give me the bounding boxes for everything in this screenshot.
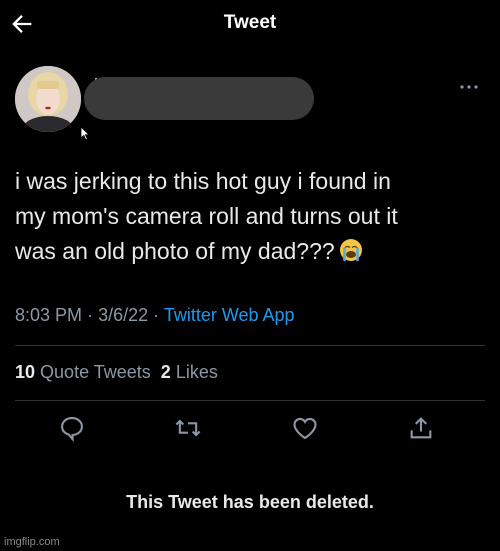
meta-separator: · xyxy=(87,305,94,325)
tweet-date[interactable]: 3/6/22 xyxy=(98,305,148,325)
tweet-source-link[interactable]: Twitter Web App xyxy=(164,305,295,325)
tweet-time[interactable]: 8:03 PM xyxy=(15,305,82,325)
retweet-icon[interactable] xyxy=(174,414,202,442)
more-dots-icon[interactable] xyxy=(458,82,480,92)
tweet-line: my mom's camera roll and turns out it xyxy=(15,203,398,229)
quote-count: 10 xyxy=(15,362,36,382)
header-bar: Tweet xyxy=(0,0,500,48)
meta-separator: · xyxy=(153,305,160,325)
tweet-line: i was jerking to this hot guy i found in xyxy=(15,168,391,194)
quote-label: Quote Tweets xyxy=(40,362,151,382)
tweet-meta: 8:03 PM · 3/6/22 · Twitter Web App xyxy=(15,305,295,326)
share-upload-icon[interactable] xyxy=(407,414,435,442)
divider xyxy=(15,345,485,346)
tweet-stats: 10 Quote Tweets 2 Likes xyxy=(15,362,218,383)
tweet-text: i was jerking to this hot guy i found in… xyxy=(15,164,485,269)
watermark: imgflip.com xyxy=(4,536,60,548)
avatar[interactable] xyxy=(15,66,81,132)
likes-stat[interactable]: 2 Likes xyxy=(161,362,218,382)
tweet-deleted-notice: This Tweet has been deleted. xyxy=(126,492,374,512)
tweet-line-text: was an old photo of my dad??? xyxy=(15,238,335,264)
like-count: 2 xyxy=(160,362,171,382)
heart-icon[interactable] xyxy=(291,414,319,442)
crying-face-emoji-icon xyxy=(339,239,362,262)
like-label: Likes xyxy=(175,362,218,382)
tweet-line-last: was an old photo of my dad??? xyxy=(15,234,485,269)
mouse-cursor-icon xyxy=(80,126,90,141)
quote-tweets-stat[interactable]: 10 Quote Tweets xyxy=(15,362,151,382)
divider xyxy=(15,400,485,401)
redacted-username xyxy=(84,77,314,120)
page-title: Tweet xyxy=(223,12,277,33)
reply-bubble-icon[interactable] xyxy=(58,414,86,442)
